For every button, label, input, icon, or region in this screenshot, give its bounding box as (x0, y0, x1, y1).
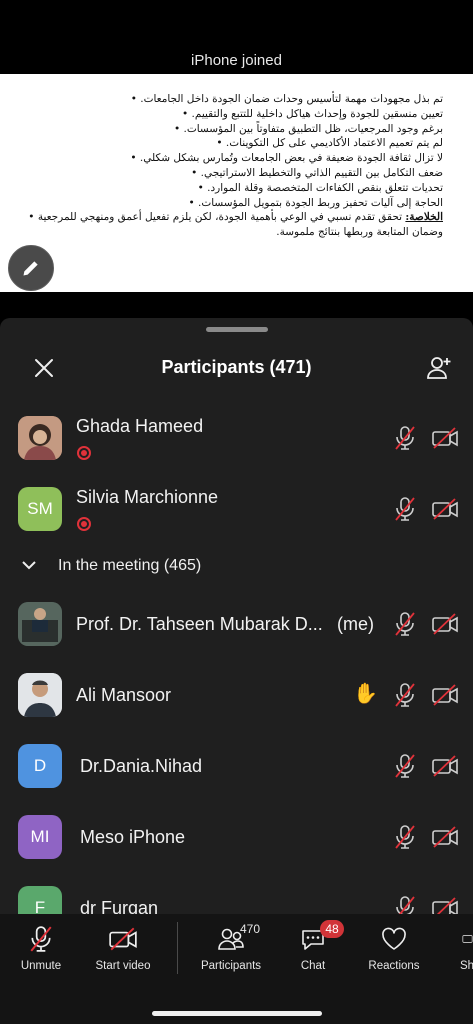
slide-line: لم يتم تعميم الاعتماد الأكاديمي على كل ا… (23, 136, 443, 151)
participant-name: Meso iPhone (80, 827, 186, 847)
chat-button[interactable]: 48 Chat (272, 920, 354, 984)
panel-title: Participants (471) (161, 357, 312, 377)
avatar: MI (18, 815, 62, 859)
slide-line: ضعف التكامل بين التقييم الذاتي والتخطيط … (23, 166, 443, 181)
slide-conclusion: الخلاصة: تحقق تقدم نسبي في الوعي بأهمية … (23, 210, 443, 225)
slide-conclusion-cont: وضمان المتابعة وربطها بنتائج ملموسة. (276, 226, 443, 239)
shared-slide: تم بذل مجهودات مهمة لتأسيس وحدات ضمان ال… (0, 74, 473, 292)
avatar (18, 602, 62, 646)
participants-count: 470 (240, 922, 261, 936)
video-off-icon (109, 927, 137, 951)
participant-name: Ali Mansoor (76, 685, 172, 705)
participant-name: Dr.Dania.Nihad (80, 756, 203, 776)
share-label: Sh (460, 960, 473, 972)
add-person-icon (427, 357, 451, 379)
slide-text: تم بذل مجهودات مهمة لتأسيس وحدات ضمان ال… (23, 92, 443, 240)
me-label: (me) (337, 614, 374, 634)
slide-line: لا تزال ثقافة الجودة ضعيفة في بعض الجامع… (23, 151, 443, 166)
participant-name: Silvia Marchionne (76, 487, 219, 507)
avatar: SM (18, 487, 62, 531)
toolbar-divider (177, 922, 178, 974)
chat-label: Chat (300, 960, 326, 972)
mic-muted-icon[interactable] (393, 611, 417, 637)
participant-row[interactable]: D Dr.Dania.Nihad (0, 732, 473, 802)
mic-muted-icon[interactable] (393, 753, 417, 779)
slide-line: برغم وجود المرجعيات، ظل التطبيق متفاوتاً… (23, 122, 443, 137)
reactions-label: Reactions (368, 960, 420, 972)
participant-row[interactable]: Ali Mansoor ✋ (0, 661, 473, 731)
start-video-label: Start video (95, 960, 151, 972)
unmute-button[interactable]: Unmute (0, 922, 82, 984)
slide-line: تم بذل مجهودات مهمة لتأسيس وحدات ضمان ال… (23, 92, 443, 107)
annotate-button[interactable] (8, 245, 54, 291)
camera-off-icon[interactable] (431, 753, 459, 779)
camera-off-icon[interactable] (431, 611, 459, 637)
participant-name: Prof. Dr. Tahseen Mubarak D... (76, 614, 323, 634)
mic-muted-icon[interactable] (393, 425, 417, 451)
join-toast: iPhone joined (191, 52, 282, 69)
mic-muted-icon[interactable] (393, 824, 417, 850)
share-button[interactable]: Sh (440, 922, 473, 984)
avatar: D (18, 744, 62, 788)
chevron-down-icon (22, 561, 36, 570)
slide-line: تحديات تتعلق بنقص الكفاءات المتخصصة وقلة… (23, 181, 443, 196)
in-meeting-section-toggle[interactable]: In the meeting (465) (0, 552, 473, 582)
section-label: In the meeting (465) (58, 557, 202, 574)
participant-name: Ghada Hameed (76, 416, 204, 436)
heart-icon (382, 927, 406, 950)
mic-muted-icon[interactable] (393, 682, 417, 708)
raised-hand-icon: ✋ (353, 683, 378, 705)
participants-button[interactable]: 470 Participants (190, 922, 272, 984)
reactions-button[interactable]: Reactions (353, 922, 435, 984)
recording-icon (77, 446, 91, 460)
share-icon (462, 935, 473, 943)
chat-unread-badge: 48 (320, 920, 344, 938)
pen-icon (23, 261, 38, 276)
recording-icon (77, 517, 91, 531)
camera-off-icon[interactable] (431, 425, 459, 451)
conclusion-key: الخلاصة: (405, 211, 443, 224)
participants-label: Participants (200, 960, 262, 972)
home-indicator (152, 1011, 322, 1016)
slide-line: تعيين منسقين للجودة وإحداث هياكل داخلية … (23, 107, 443, 122)
participant-row[interactable]: Prof. Dr. Tahseen Mubarak D... (me) (0, 590, 473, 660)
camera-off-icon[interactable] (431, 496, 459, 522)
camera-off-icon[interactable] (431, 682, 459, 708)
avatar (18, 673, 62, 717)
drag-handle[interactable] (206, 327, 268, 332)
start-video-button[interactable]: Start video (82, 922, 164, 984)
conclusion-text: تحقق تقدم نسبي في الوعي بأهمية الجودة، ل… (37, 211, 406, 224)
meeting-toolbar: Unmute Start video 470 Participants 48 C… (0, 914, 473, 1024)
mic-muted-icon[interactable] (393, 496, 417, 522)
unmute-label: Unmute (20, 960, 62, 972)
avatar (18, 416, 62, 460)
participant-row[interactable]: Ghada Hameed (0, 404, 473, 474)
add-participant-button[interactable] (423, 352, 455, 384)
participant-row[interactable]: SM Silvia Marchionne (0, 475, 473, 545)
slide-line: الحاجة إلى آليات تحفيز وربط الجودة بتموي… (23, 196, 443, 211)
participant-row[interactable]: MI Meso iPhone (0, 803, 473, 873)
panel-header: Participants (471) (0, 348, 473, 388)
mic-off-icon (30, 926, 52, 952)
camera-off-icon[interactable] (431, 824, 459, 850)
